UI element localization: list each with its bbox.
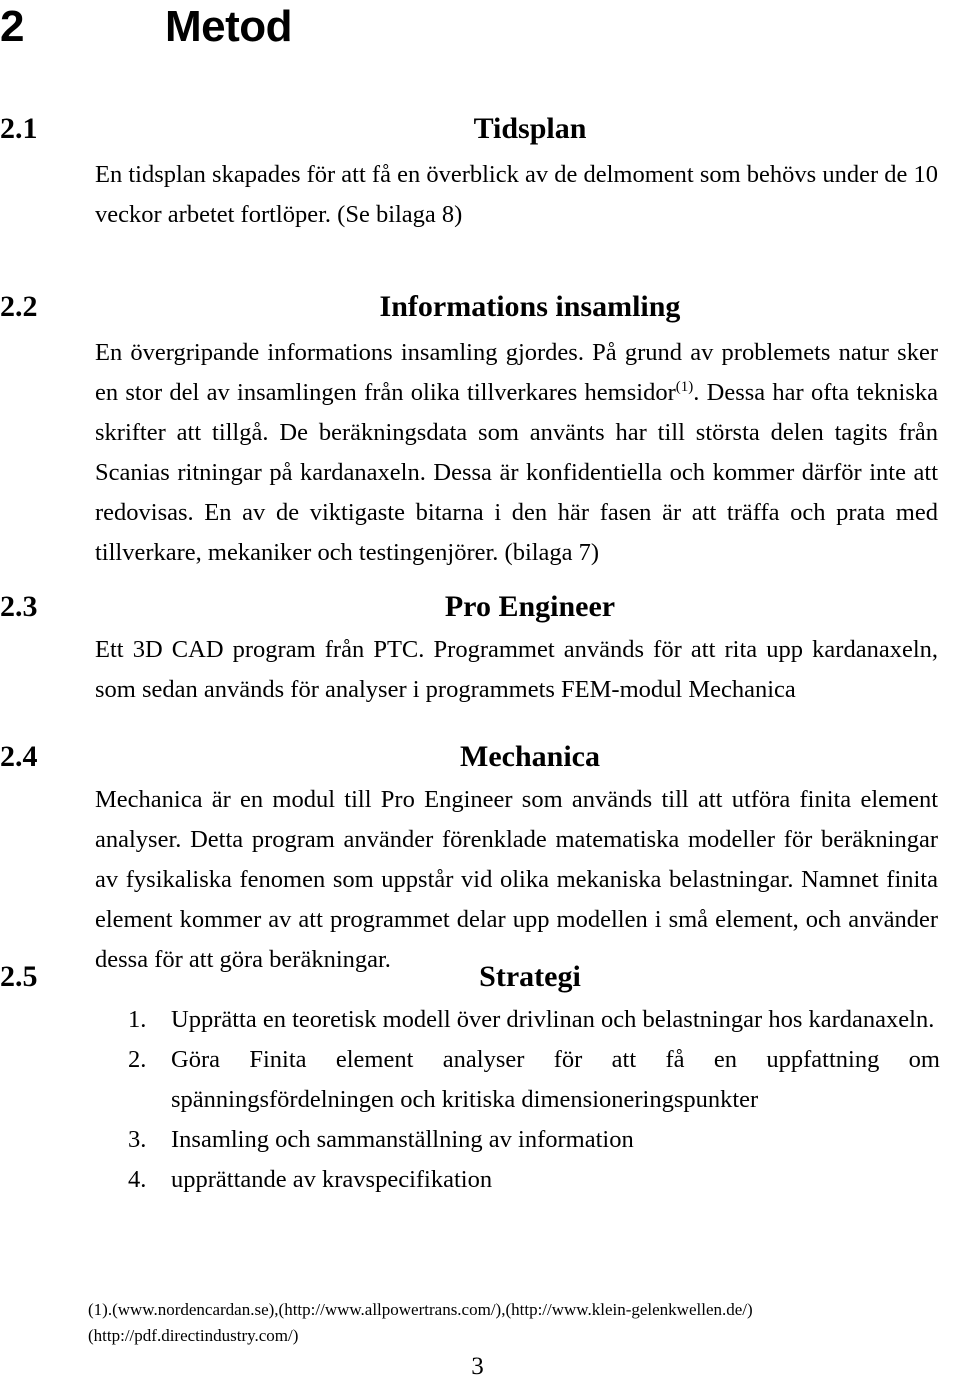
list-item-text: Insamling och sammanställning av informa… bbox=[171, 1126, 634, 1153]
section-title-2-2: Informations insamling bbox=[379, 290, 681, 323]
list-item-marker: 3. bbox=[128, 1126, 147, 1153]
list-item: 2. Göra Finita element analyser för att … bbox=[128, 1040, 940, 1120]
section-number-2-4: 2.4 bbox=[0, 740, 38, 773]
list-item: 1. Upprätta en teoretisk modell över dri… bbox=[128, 1000, 940, 1040]
document-page: 2 Metod 2.1 Tidsplan En tidsplan skapades… bbox=[0, 0, 960, 1390]
section-heading-2-5: 2.5 Strategi bbox=[0, 958, 940, 998]
list-item-marker: 4. bbox=[128, 1166, 147, 1193]
chapter-heading: 2 Metod bbox=[0, 2, 940, 52]
list-item-text: Göra Finita element analyser för att få … bbox=[171, 1046, 940, 1113]
chapter-title: Metod bbox=[165, 2, 293, 51]
section-heading-2-4: 2.4 Mechanica bbox=[0, 738, 940, 778]
list-item-text: Upprätta en teoretisk modell över drivli… bbox=[171, 1006, 935, 1033]
footnote-line-2: (http://pdf.directindustry.com/) bbox=[88, 1326, 299, 1345]
paragraph-2-1: En tidsplan skapades för att få en överb… bbox=[95, 161, 938, 228]
section-heading-2-2: 2.2 Informations insamling bbox=[0, 288, 940, 328]
section-heading-2-1: 2.1 Tidsplan bbox=[0, 110, 940, 150]
paragraph-2-2: En övergripande informations insamling g… bbox=[95, 333, 938, 573]
list-item: 3. Insamling och sammanställning av info… bbox=[128, 1120, 940, 1160]
footnote-block: (1).(www.nordencardan.se),(http://www.al… bbox=[88, 1297, 928, 1349]
footnote-line-1: (1).(www.nordencardan.se),(http://www.al… bbox=[88, 1300, 753, 1319]
section-number-2-3: 2.3 bbox=[0, 590, 38, 623]
paragraph-2-2-part2: . Dessa har ofta tekniska skrifter att t… bbox=[95, 379, 938, 566]
chapter-number: 2 bbox=[0, 2, 24, 51]
footnote-marker: (1) bbox=[675, 378, 694, 395]
section-heading-2-3: 2.3 Pro Engineer bbox=[0, 588, 940, 628]
paragraph-2-4: Mechanica är en modul till Pro Engineer … bbox=[95, 786, 938, 973]
list-item: 4. upprättande av kravspecifikation bbox=[128, 1160, 940, 1200]
section-number-2-2: 2.2 bbox=[0, 290, 38, 323]
list-item-marker: 2. bbox=[128, 1046, 147, 1073]
list-item-marker: 1. bbox=[128, 1006, 147, 1033]
strategy-list: 1. Upprätta en teoretisk modell över dri… bbox=[128, 1000, 940, 1200]
section-title-2-1: Tidsplan bbox=[473, 112, 587, 145]
paragraph-2-3: Ett 3D CAD program från PTC. Programmet … bbox=[95, 636, 938, 703]
section-title-2-4: Mechanica bbox=[460, 740, 600, 773]
section-number-2-5: 2.5 bbox=[0, 960, 38, 993]
section-number-2-1: 2.1 bbox=[0, 112, 38, 145]
page-number: 3 bbox=[471, 1353, 484, 1380]
list-item-text: upprättande av kravspecifikation bbox=[171, 1166, 493, 1193]
section-title-2-3: Pro Engineer bbox=[444, 590, 616, 623]
section-title-2-5: Strategi bbox=[479, 960, 581, 993]
